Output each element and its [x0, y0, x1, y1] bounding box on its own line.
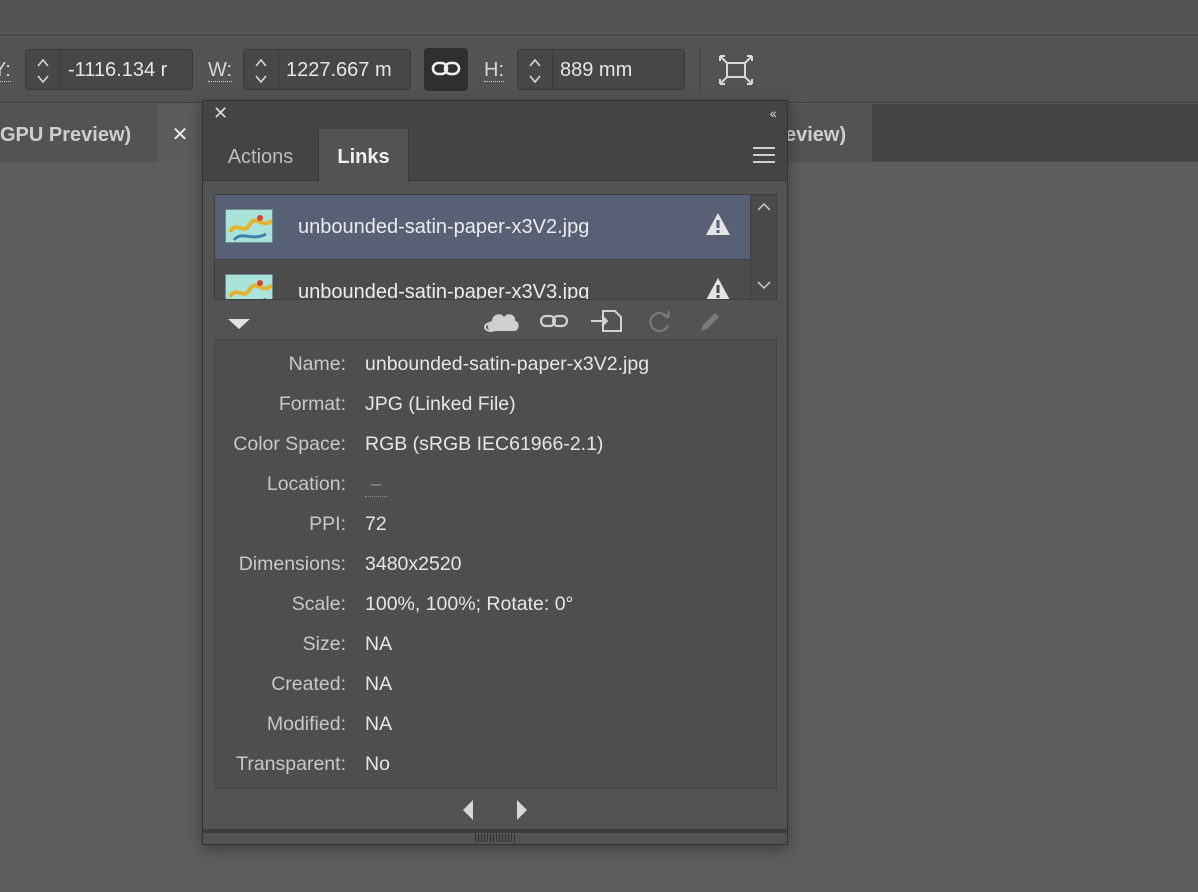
relink-icon[interactable]	[539, 307, 569, 340]
height-label: H:	[484, 59, 504, 82]
info-row: Transparent: No	[215, 753, 776, 783]
info-value: 3480x2520	[365, 553, 462, 575]
info-row: Scale: 100%, 100%; Rotate: 0°	[215, 593, 776, 623]
height-input[interactable]: 889 mm	[553, 49, 685, 90]
chevron-up-icon[interactable]	[757, 199, 771, 217]
info-value: unbounded-satin-paper-x3V2.jpg	[365, 353, 650, 375]
info-row: Size: NA	[215, 633, 776, 663]
info-key: Format:	[278, 393, 346, 415]
cloud-link-icon[interactable]	[483, 307, 521, 340]
width-stepper[interactable]	[243, 49, 279, 90]
chevron-down-icon[interactable]	[529, 72, 541, 84]
link-icon	[431, 61, 461, 76]
info-row: Created: NA	[215, 673, 776, 703]
info-key: Name:	[288, 353, 346, 375]
info-row: PPI: 72	[215, 513, 776, 543]
document-tab-title: eview)	[785, 124, 847, 146]
info-value: NA	[365, 633, 393, 655]
y-label: Y:	[0, 59, 11, 82]
info-key: Scale:	[291, 593, 346, 615]
image-thumbnail	[225, 274, 273, 299]
info-value: 72	[365, 513, 387, 535]
show-link-info-toggle[interactable]	[227, 317, 251, 335]
triangle-left-icon	[463, 800, 473, 820]
info-key: Location:	[266, 473, 346, 495]
close-tab-button[interactable]: ✕	[157, 104, 203, 162]
edit-original-icon	[697, 307, 721, 340]
info-key: Modified:	[266, 713, 346, 735]
transform-icon	[719, 55, 753, 85]
image-thumbnail	[225, 209, 273, 243]
resize-gripper[interactable]	[475, 834, 515, 842]
links-list: unbounded-satin-paper-x3V2.jpg unbounded…	[214, 194, 777, 300]
document-tab-title: GPU Preview)	[0, 124, 132, 146]
info-row: Location: –	[215, 473, 776, 503]
update-link-icon	[645, 307, 673, 340]
info-value: NA	[365, 673, 393, 695]
y-stepper[interactable]	[25, 49, 61, 90]
close-icon[interactable]: ✕	[213, 103, 228, 124]
panel-header[interactable]: ✕ ‹‹	[203, 101, 787, 129]
width-input[interactable]: 1227.667 m	[279, 49, 411, 90]
info-row: Dimensions: 3480x2520	[215, 553, 776, 583]
chevron-down-icon[interactable]	[757, 277, 771, 295]
info-key: Dimensions:	[238, 553, 346, 575]
info-value: JPG (Linked File)	[365, 393, 516, 415]
warning-icon	[705, 212, 731, 241]
info-value: 100%, 100%; Rotate: 0°	[365, 593, 574, 615]
width-label: W:	[208, 59, 233, 82]
info-row: Format: JPG (Linked File)	[215, 393, 776, 423]
info-key: Size:	[302, 633, 346, 655]
info-key: Color Space:	[233, 433, 346, 455]
info-key: Transparent:	[236, 753, 346, 775]
divider	[699, 46, 700, 92]
chevron-up-icon[interactable]	[255, 56, 267, 68]
next-link-button[interactable]	[515, 799, 529, 826]
info-value: RGB (sRGB IEC61966-2.1)	[365, 433, 604, 455]
chevron-up-icon[interactable]	[529, 56, 541, 68]
info-row: Name: unbounded-satin-paper-x3V2.jpg	[215, 353, 776, 383]
go-to-link-icon[interactable]	[589, 307, 623, 340]
constrain-proportions-button[interactable]	[424, 48, 468, 91]
chevron-down-icon[interactable]	[255, 72, 267, 84]
link-filename: unbounded-satin-paper-x3V2.jpg	[298, 216, 590, 238]
info-key: PPI:	[309, 513, 346, 535]
panel-tabs: Actions Links	[203, 129, 787, 182]
link-filename: unbounded-satin-paper-x3V3.jpg	[298, 281, 590, 300]
info-row: Modified: NA	[215, 713, 776, 743]
height-stepper[interactable]	[517, 49, 553, 90]
info-value: No	[365, 753, 390, 775]
list-scrollbar[interactable]	[750, 195, 776, 299]
list-item[interactable]: unbounded-satin-paper-x3V3.jpg	[215, 260, 751, 300]
tab-links[interactable]: Links	[318, 129, 409, 182]
panel-menu-icon[interactable]	[753, 147, 775, 168]
chevron-down-icon[interactable]	[37, 72, 49, 84]
link-info-panel: Name: unbounded-satin-paper-x3V2.jpg For…	[214, 339, 777, 789]
collapse-icon[interactable]: ‹‹	[770, 105, 777, 121]
info-value: NA	[365, 713, 393, 735]
document-tab-right[interactable]: eview)	[785, 104, 872, 162]
triangle-right-icon	[517, 800, 527, 820]
triangle-down-icon	[228, 319, 250, 329]
location-link[interactable]: –	[365, 473, 387, 497]
list-item[interactable]: unbounded-satin-paper-x3V2.jpg	[215, 195, 751, 260]
y-input[interactable]: -1116.134 r	[61, 49, 193, 90]
tab-actions[interactable]: Actions	[203, 129, 318, 182]
app-top-bar	[0, 0, 1198, 36]
info-key: Created:	[271, 673, 346, 695]
info-row: Color Space: RGB (sRGB IEC61966-2.1)	[215, 433, 776, 463]
links-panel: ✕ ‹‹ Actions Links unbounded-satin-paper…	[202, 100, 788, 845]
document-tab-left[interactable]: GPU Preview)	[0, 104, 157, 162]
panel-bottom-bar	[203, 829, 787, 833]
previous-link-button[interactable]	[461, 799, 475, 826]
chevron-up-icon[interactable]	[37, 56, 49, 68]
warning-icon	[705, 277, 731, 299]
transform-each-button[interactable]	[716, 50, 756, 95]
